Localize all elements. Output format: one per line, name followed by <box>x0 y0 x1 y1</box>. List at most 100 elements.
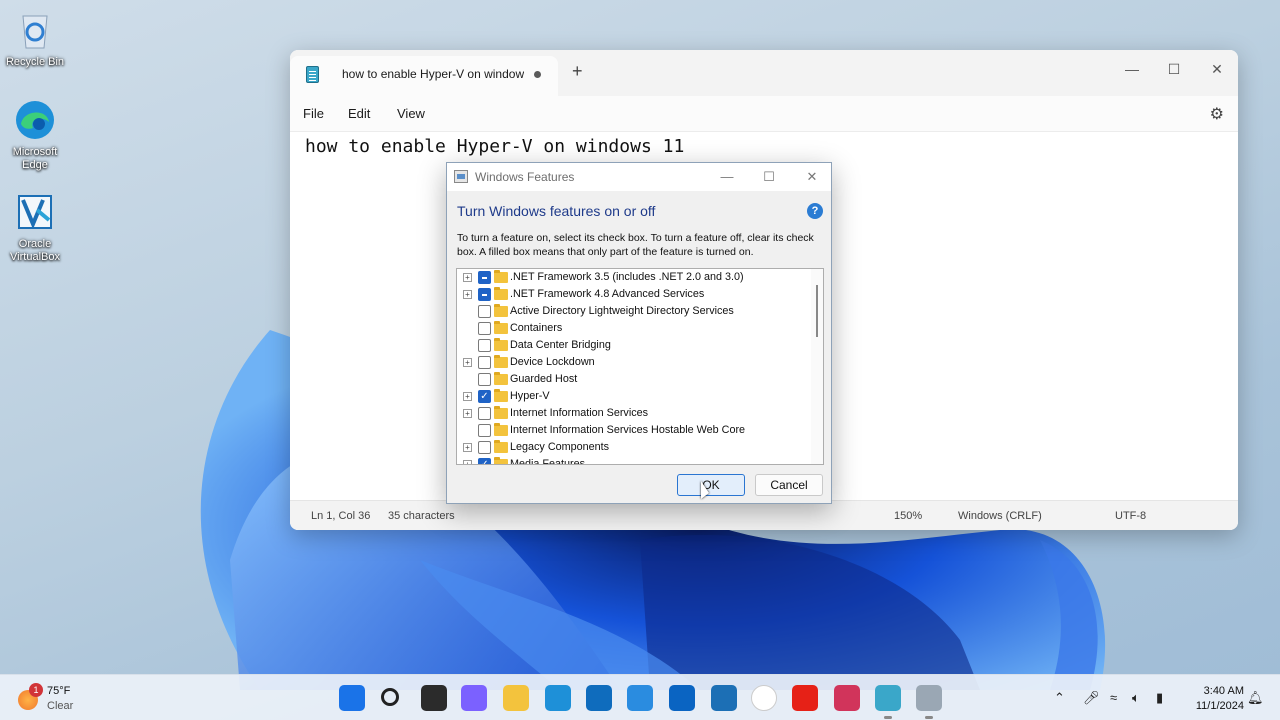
folder-icon <box>494 457 508 464</box>
expand-icon[interactable]: + <box>463 273 472 282</box>
dialog-maximize-button[interactable]: ☐ <box>756 166 782 188</box>
feature-row[interactable]: Containers <box>457 320 807 337</box>
feature-label: Data Center Bridging <box>510 339 611 351</box>
feature-row[interactable]: + ✓ Media Features <box>457 456 807 465</box>
feature-checkbox[interactable] <box>478 356 491 369</box>
youtube-icon[interactable] <box>792 685 818 711</box>
feature-checkbox[interactable] <box>478 305 491 318</box>
close-button[interactable]: ✕ <box>1202 56 1232 82</box>
feature-row[interactable]: Active Directory Lightweight Directory S… <box>457 303 807 320</box>
file-explorer-icon[interactable] <box>503 685 529 711</box>
feature-label: .NET Framework 3.5 (includes .NET 2.0 an… <box>510 271 744 283</box>
expand-icon[interactable]: + <box>463 460 472 464</box>
microphone-icon[interactable]: 🎤︎ <box>1083 690 1100 706</box>
notification-bell-icon[interactable]: 🔔︎ <box>1247 690 1264 706</box>
feature-row[interactable]: + Device Lockdown <box>457 354 807 371</box>
notepad-content[interactable]: how to enable Hyper-V on windows 11 <box>305 136 684 157</box>
feature-checkbox[interactable] <box>478 373 491 386</box>
menu-file[interactable]: File <box>303 106 324 121</box>
feature-label: Internet Information Services <box>510 407 649 419</box>
folder-icon <box>494 372 508 385</box>
feature-checkbox[interactable] <box>478 441 491 454</box>
dialog-titlebar: Windows Features — ☐ ✕ <box>447 163 831 191</box>
desktop-icon-virtualbox[interactable]: Oracle VirtualBox <box>4 190 66 264</box>
unsaved-dot-icon[interactable] <box>534 71 541 78</box>
features-tree[interactable]: + .NET Framework 3.5 (includes .NET 2.0 a… <box>456 268 824 465</box>
menu-edit[interactable]: Edit <box>348 106 370 121</box>
feature-row[interactable]: Guarded Host <box>457 371 807 388</box>
edge-icon[interactable] <box>545 685 571 711</box>
help-icon[interactable]: ? <box>807 203 823 219</box>
feature-checkbox[interactable]: ✓ <box>478 458 491 464</box>
folder-icon <box>494 338 508 351</box>
desktop-icon-recycle-bin[interactable]: Recycle Bin <box>4 8 66 69</box>
volume-icon[interactable]: 🔈︎ <box>1132 690 1140 706</box>
clock-time: 3:40 AM <box>1203 685 1244 697</box>
feature-label: Media Features <box>510 458 586 465</box>
feature-row[interactable]: + Legacy Components <box>457 439 807 456</box>
minimize-button[interactable]: — <box>1117 56 1147 82</box>
feature-row[interactable]: + .NET Framework 4.8 Advanced Services <box>457 286 807 303</box>
ok-button[interactable]: OK <box>677 474 745 496</box>
feature-row[interactable]: + ✓ Hyper-V <box>457 388 807 405</box>
expand-icon[interactable]: + <box>463 409 472 418</box>
weather-condition: Clear <box>47 700 74 712</box>
tree-scrollbar[interactable] <box>811 269 823 464</box>
feature-row[interactable]: + Internet Information Services <box>457 405 807 422</box>
battery-icon[interactable]: ▮ <box>1156 690 1163 706</box>
expand-icon[interactable]: + <box>463 392 472 401</box>
start-icon[interactable] <box>339 685 365 711</box>
tray-chevron-up-icon[interactable]: ⌃ <box>1054 690 1065 706</box>
status-position: Ln 1, Col 36 <box>311 510 371 522</box>
expand-icon[interactable]: + <box>463 443 472 452</box>
wifi-icon[interactable]: ≈ <box>1110 690 1117 705</box>
notepad-icon[interactable] <box>875 685 901 711</box>
store-icon[interactable] <box>586 685 612 711</box>
feature-checkbox[interactable] <box>478 424 491 437</box>
menu-view[interactable]: View <box>397 106 425 121</box>
copilot-icon[interactable] <box>461 685 487 711</box>
weather-badge: 1 <box>29 683 43 697</box>
cancel-button[interactable]: Cancel <box>755 474 823 496</box>
feature-checkbox[interactable] <box>478 407 491 420</box>
task-view-icon[interactable] <box>421 685 447 711</box>
taskbar-clock[interactable]: 3:40 AM 11/1/2024 <box>1180 684 1244 714</box>
feature-checkbox[interactable] <box>478 271 491 284</box>
expand-icon[interactable]: + <box>463 290 472 299</box>
active-app-indicator <box>884 716 892 719</box>
dialog-minimize-button[interactable]: — <box>714 166 740 188</box>
maximize-button[interactable]: ☐ <box>1159 56 1189 82</box>
expand-icon[interactable]: + <box>463 358 472 367</box>
feature-checkbox[interactable]: ✓ <box>478 390 491 403</box>
feature-checkbox[interactable] <box>478 288 491 301</box>
folder-icon <box>494 321 508 334</box>
folder-icon <box>494 287 508 300</box>
feature-row[interactable]: + .NET Framework 3.5 (includes .NET 2.0 a… <box>457 269 807 286</box>
tab-title: how to enable Hyper-V on window <box>342 67 524 81</box>
vscode-icon[interactable] <box>627 685 653 711</box>
scrollbar-thumb[interactable] <box>816 285 818 337</box>
virtualbox-icon[interactable] <box>711 685 737 711</box>
feature-checkbox[interactable] <box>478 322 491 335</box>
windows-features-icon <box>454 170 468 183</box>
outlook-icon[interactable] <box>669 685 695 711</box>
search-icon[interactable] <box>381 688 399 706</box>
status-zoom: 150% <box>894 510 923 522</box>
folder-icon <box>494 355 508 368</box>
feature-row[interactable]: Internet Information Services Hostable W… <box>457 422 807 439</box>
notepad-tab[interactable]: how to enable Hyper-V on window <box>290 56 558 96</box>
dialog-close-button[interactable]: ✕ <box>799 166 825 188</box>
windows-features-icon[interactable] <box>916 685 942 711</box>
feature-label: Device Lockdown <box>510 356 595 368</box>
uninstaller-icon[interactable] <box>751 685 777 711</box>
settings-gear-icon[interactable]: ⚙ <box>1210 104 1224 124</box>
dialog-heading: Turn Windows features on or off <box>457 203 656 219</box>
new-tab-button[interactable]: + <box>572 62 583 80</box>
virtualbox-icon <box>13 190 57 234</box>
snipping-tool-icon[interactable] <box>834 685 860 711</box>
feature-row[interactable]: Data Center Bridging <box>457 337 807 354</box>
feature-checkbox[interactable] <box>478 339 491 352</box>
desktop-icon-edge[interactable]: Microsoft Edge <box>4 98 66 172</box>
folder-icon <box>494 304 508 317</box>
weather-temp: 75°F <box>47 685 71 697</box>
